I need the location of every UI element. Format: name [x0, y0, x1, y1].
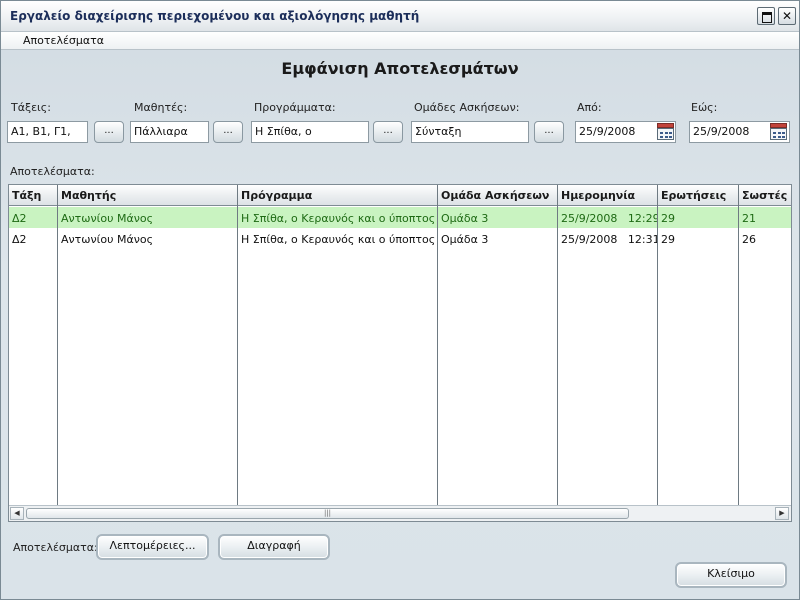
cell-date: 25/9/2008 12:31 [561, 233, 657, 246]
main-panel: Εμφάνιση Αποτελεσμάτων Τάξεις: Μαθητές: … [1, 50, 799, 599]
scrollbar-thumb[interactable]: ||| [26, 508, 629, 519]
cell-exercise-group: Ομάδα 3 [441, 233, 489, 246]
cell-exercise-group: Ομάδα 3 [441, 212, 489, 225]
cell-correct: 21 [742, 212, 756, 225]
calendar-icon[interactable] [657, 123, 674, 140]
details-button[interactable]: Λεπτομέρειες... [96, 534, 209, 560]
title-bar: Εργαλείο διαχείρισης περιεχομένου και αξ… [1, 1, 799, 32]
column-header-questions[interactable]: Ερωτήσεις [658, 185, 738, 206]
menu-bar: Αποτελέσματα [1, 32, 799, 50]
column-header-student[interactable]: Μαθητής [58, 185, 237, 206]
column-divider [237, 185, 238, 505]
table-row[interactable]: Δ2 Αντωνίου Μάνος Η Σπίθα, ο Κεραυνός κα… [9, 228, 791, 249]
column-divider [657, 185, 658, 505]
cell-program: Η Σπίθα, ο Κεραυνός και ο ύποπτος [241, 212, 436, 225]
scroll-right-icon[interactable]: ▶ [775, 507, 789, 520]
column-divider [437, 185, 438, 505]
column-header-correct[interactable]: Σωστές [739, 185, 791, 206]
cell-program: Η Σπίθα, ο Κεραυνός και ο ύποπτος [241, 233, 436, 246]
close-icon: ✕ [781, 9, 793, 23]
cell-class: Δ2 [12, 212, 27, 225]
students-browse-button[interactable]: ... [213, 121, 243, 143]
close-button[interactable]: Κλείσιμο [675, 562, 787, 588]
column-header-program[interactable]: Πρόγραμμα [238, 185, 437, 206]
cell-student: Αντωνίου Μάνος [61, 212, 154, 225]
page-title: Εμφάνιση Αποτελεσμάτων [281, 59, 519, 78]
table-row[interactable]: Δ2 Αντωνίου Μάνος Η Σπίθα, ο Κεραυνός κα… [9, 207, 791, 228]
to-date-label: Εώς: [691, 101, 718, 114]
results-table[interactable]: Τάξη Μαθητής Πρόγραμμα Ομάδα Ασκήσεων Ημ… [8, 184, 792, 522]
programs-label: Προγράμματα: [254, 101, 336, 114]
results-label: Αποτελέσματα: [10, 165, 95, 178]
scroll-left-icon[interactable]: ◀ [10, 507, 24, 520]
programs-field[interactable]: Η Σπίθα, ο [251, 121, 369, 143]
column-divider [557, 185, 558, 505]
application-window: Εργαλείο διαχείρισης περιεχομένου και αξ… [0, 0, 800, 600]
actions-label: Αποτελέσματα: [13, 541, 98, 554]
exercise-groups-label: Ομάδες Ασκήσεων: [414, 101, 520, 114]
window-title: Εργαλείο διαχείρισης περιεχομένου και αξ… [10, 9, 420, 23]
exercise-groups-browse-button[interactable]: ... [534, 121, 564, 143]
column-header-exercise-group[interactable]: Ομάδα Ασκήσεων [438, 185, 557, 206]
cell-questions: 29 [661, 233, 675, 246]
classes-label: Τάξεις: [11, 101, 51, 114]
horizontal-scrollbar[interactable]: ◀ ||| ▶ [9, 505, 791, 521]
cell-questions: 29 [661, 212, 675, 225]
cell-student: Αντωνίου Μάνος [61, 233, 154, 246]
cell-date: 25/9/2008 12:29 [561, 212, 657, 225]
column-header-date[interactable]: Ημερομηνία [558, 185, 657, 206]
cell-correct: 26 [742, 233, 756, 246]
column-divider [57, 185, 58, 505]
calendar-icon[interactable] [770, 123, 787, 140]
cell-class: Δ2 [12, 233, 27, 246]
column-header-class[interactable]: Τάξη [9, 185, 57, 206]
students-label: Μαθητές: [134, 101, 188, 114]
classes-field[interactable]: Α1, Β1, Γ1, [7, 121, 88, 143]
menu-item-results[interactable]: Αποτελέσματα [23, 34, 104, 47]
students-field[interactable]: Πάλλιαρα [130, 121, 209, 143]
programs-browse-button[interactable]: ... [373, 121, 403, 143]
close-window-button[interactable]: ✕ [778, 7, 796, 25]
table-header: Τάξη Μαθητής Πρόγραμμα Ομάδα Ασκήσεων Ημ… [9, 185, 791, 206]
exercise-groups-field[interactable]: Σύνταξη [411, 121, 529, 143]
classes-browse-button[interactable]: ... [94, 121, 124, 143]
column-divider [738, 185, 739, 505]
delete-button[interactable]: Διαγραφή [218, 534, 330, 560]
maximize-button[interactable] [757, 7, 775, 25]
from-date-label: Από: [577, 101, 602, 114]
